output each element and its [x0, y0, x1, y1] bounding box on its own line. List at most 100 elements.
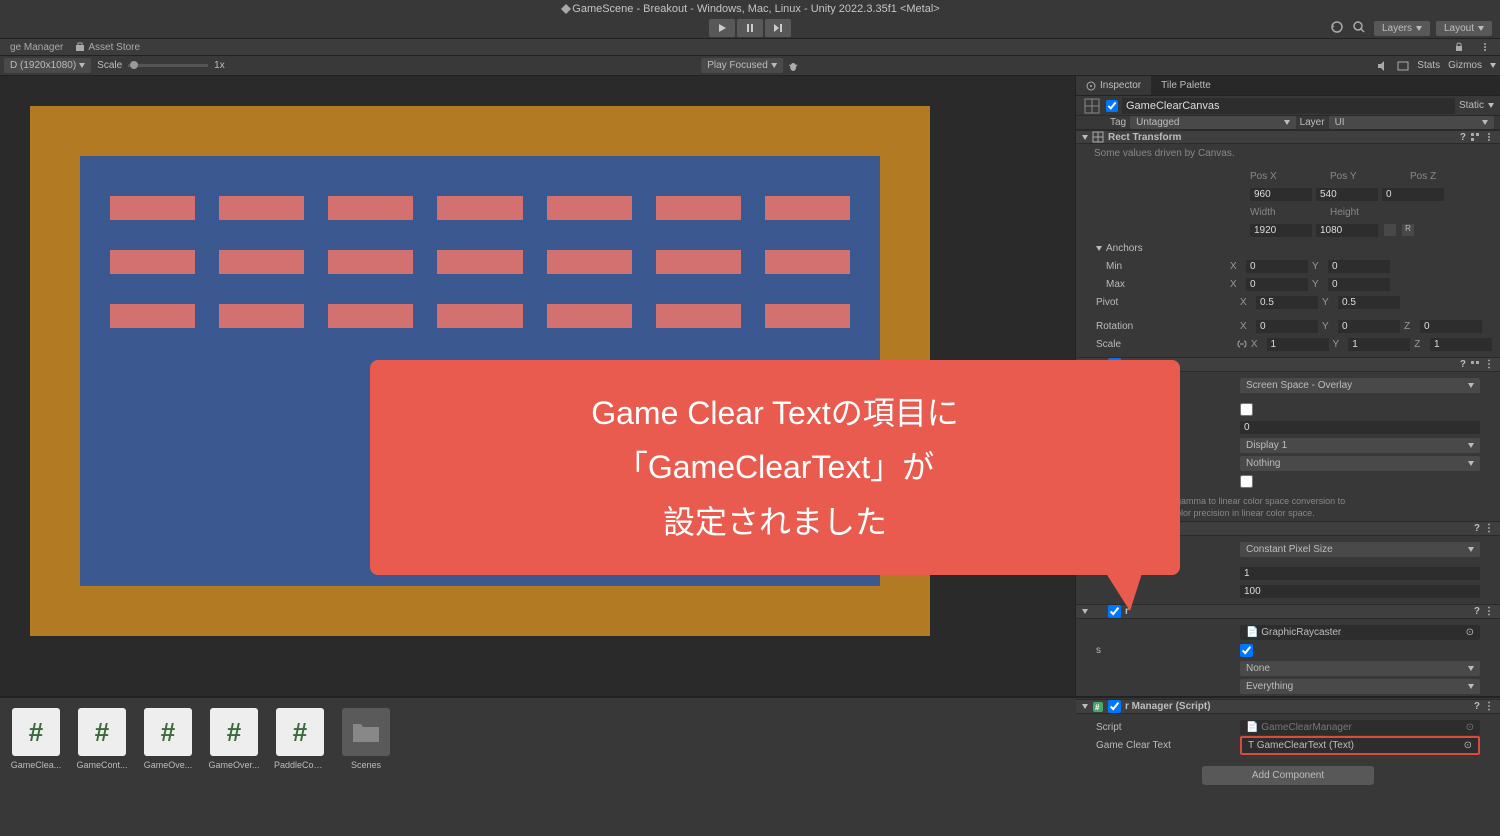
asset-item[interactable]: #GameCont...	[76, 708, 128, 826]
rot-z[interactable]	[1420, 320, 1482, 333]
manager-enabled[interactable]	[1108, 700, 1121, 713]
annotation-callout: Game Clear Textの項目に 「GameClearText」が 設定さ…	[370, 360, 1180, 575]
mute-audio-icon[interactable]	[1377, 60, 1389, 72]
preset-icon[interactable]	[1470, 360, 1480, 370]
sort-order-input[interactable]	[1240, 421, 1480, 434]
object-picker-icon[interactable]: ⊙	[1464, 740, 1472, 751]
render-mode-dropdown[interactable]: Screen Space - Overlay	[1240, 378, 1480, 393]
tag-dropdown[interactable]: Untagged	[1130, 116, 1295, 129]
asset-folder[interactable]: Scenes	[340, 708, 392, 826]
game-clear-text-label: Game Clear Text	[1096, 740, 1236, 751]
help-icon[interactable]: ?	[1474, 606, 1480, 617]
display-dropdown[interactable]: Display 1	[1240, 438, 1480, 453]
manager-script-header[interactable]: # r Manager (Script) ? ⋮	[1076, 699, 1500, 714]
brick	[437, 196, 522, 220]
tab-options-icon[interactable]	[1480, 42, 1490, 52]
svg-text:#: #	[1095, 703, 1100, 712]
brick	[110, 196, 195, 220]
game-clear-text-ref[interactable]: T GameClearText (Text) ⊙	[1240, 736, 1480, 755]
anchor-max-y[interactable]	[1328, 278, 1390, 291]
tab-inspector[interactable]: Inspector	[1076, 76, 1151, 95]
script-label: Script	[1096, 722, 1236, 733]
brick	[656, 196, 741, 220]
blocking-mask-dropdown[interactable]: Everything	[1240, 679, 1480, 694]
scale-slider[interactable]	[128, 64, 208, 67]
static-dropdown[interactable]	[1488, 103, 1494, 108]
playback-toolbar: Layers Layout	[0, 18, 1500, 38]
brick	[328, 304, 413, 328]
gizmos-toggle[interactable]: Gizmos	[1448, 60, 1482, 71]
blueprint-mode-button[interactable]	[1384, 224, 1396, 236]
asset-item[interactable]: #GameOver...	[208, 708, 260, 826]
inspector-lock-icon[interactable]	[1448, 42, 1470, 52]
rot-y[interactable]	[1338, 320, 1400, 333]
preset-icon[interactable]: ⋮	[1484, 701, 1494, 712]
scale-value: 1x	[214, 60, 225, 71]
posx-input[interactable]	[1250, 188, 1312, 201]
asset-item[interactable]: #GameOve...	[142, 708, 194, 826]
rect-transform-info: Some values driven by Canvas.	[1076, 144, 1500, 163]
brick	[656, 304, 741, 328]
anchor-min-y[interactable]	[1328, 260, 1390, 273]
layout-dropdown[interactable]: Layout	[1436, 21, 1492, 36]
menu-icon[interactable]	[1484, 132, 1494, 142]
search-icon[interactable]	[1352, 20, 1368, 36]
scale-z[interactable]	[1430, 338, 1492, 351]
bug-icon[interactable]	[787, 60, 799, 72]
ref-pixels-input[interactable]	[1240, 585, 1480, 598]
rot-x[interactable]	[1256, 320, 1318, 333]
height-input[interactable]	[1316, 224, 1378, 237]
asset-item[interactable]: #GameClea...	[10, 708, 62, 826]
package-manager-tab[interactable]: ge Manager	[4, 42, 69, 53]
layers-dropdown[interactable]: Layers	[1374, 21, 1430, 36]
help-icon[interactable]: ?	[1474, 523, 1480, 534]
rect-transform-header[interactable]: Rect Transform ?	[1076, 130, 1500, 144]
static-label: Static	[1459, 100, 1484, 111]
scale-factor-input[interactable]	[1240, 567, 1480, 580]
play-mode-dropdown[interactable]: Play Focused	[701, 58, 783, 73]
play-button[interactable]	[709, 19, 735, 37]
pivot-y[interactable]	[1338, 296, 1400, 309]
resolution-dropdown[interactable]: D (1920x1080)	[4, 58, 91, 73]
tab-tile-palette[interactable]: Tile Palette	[1151, 76, 1221, 95]
scale-x[interactable]	[1267, 338, 1329, 351]
brick	[437, 250, 522, 274]
asset-store-tab[interactable]: Asset Store	[69, 42, 146, 53]
width-input[interactable]	[1250, 224, 1312, 237]
asset-item[interactable]: #PaddleCon...	[274, 708, 326, 826]
active-checkbox[interactable]	[1106, 100, 1118, 112]
posz-input[interactable]	[1382, 188, 1444, 201]
raw-edit-button[interactable]: R	[1402, 224, 1414, 236]
game-view-toolbar: D (1920x1080) Scale 1x Play Focused Stat…	[0, 56, 1500, 76]
unity-logo-icon	[560, 3, 572, 15]
layer-dropdown[interactable]: UI	[1329, 116, 1494, 129]
add-component-button[interactable]: Add Component	[1202, 766, 1374, 785]
pause-button[interactable]	[737, 19, 763, 37]
aspect-icon[interactable]	[1397, 60, 1409, 72]
pivot-x[interactable]	[1256, 296, 1318, 309]
gamma-checkbox[interactable]	[1240, 475, 1253, 488]
anchor-min-x[interactable]	[1246, 260, 1308, 273]
help-icon[interactable]: ?	[1460, 359, 1466, 370]
shader-channels-dropdown[interactable]: Nothing	[1240, 456, 1480, 471]
help-icon[interactable]: ?	[1460, 132, 1466, 143]
ignore-reversed-checkbox[interactable]	[1240, 644, 1253, 657]
text-component-icon: T	[1248, 740, 1254, 751]
stats-toggle[interactable]: Stats	[1417, 60, 1440, 71]
anchor-max-x[interactable]	[1246, 278, 1308, 291]
blocking-objects-dropdown[interactable]: None	[1240, 661, 1480, 676]
posy-input[interactable]	[1316, 188, 1378, 201]
scale-mode-dropdown[interactable]: Constant Pixel Size	[1240, 542, 1480, 557]
preset-icon[interactable]	[1470, 132, 1480, 142]
scale-y[interactable]	[1348, 338, 1410, 351]
menu-icon[interactable]: ⋮	[1484, 359, 1494, 370]
script-component-icon: #	[1092, 701, 1104, 713]
pixel-perfect-checkbox[interactable]	[1240, 403, 1253, 416]
help-icon[interactable]: ?	[1474, 701, 1480, 712]
gameobject-name-input[interactable]	[1122, 98, 1455, 114]
raycaster-script-ref[interactable]: 📄 GraphicRaycaster⊙	[1240, 625, 1480, 640]
tab-bar: ge Manager Asset Store	[0, 38, 1500, 56]
step-button[interactable]	[765, 19, 791, 37]
undo-history-icon[interactable]	[1330, 20, 1346, 36]
link-icon[interactable]	[1237, 339, 1247, 349]
